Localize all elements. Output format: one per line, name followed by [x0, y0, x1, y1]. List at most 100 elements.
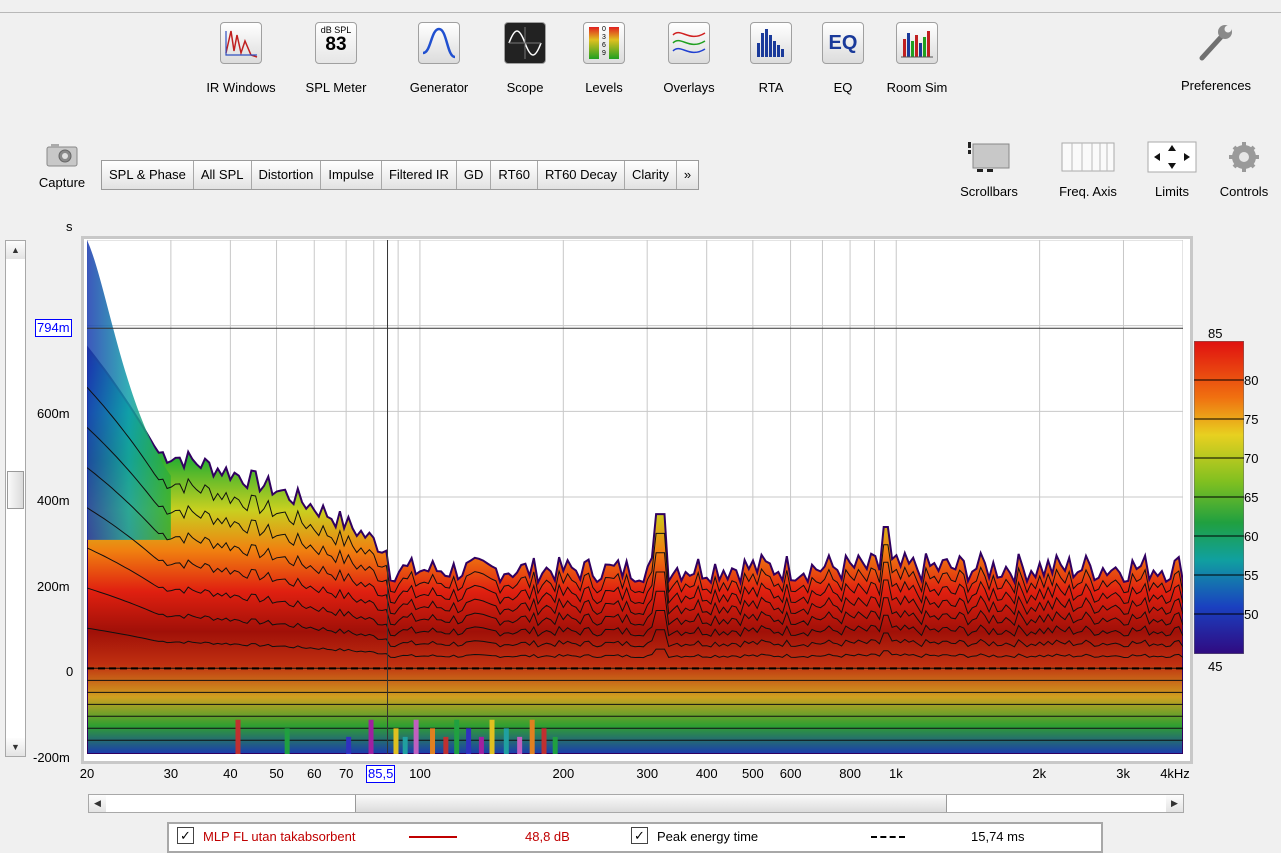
scope-label: Scope [506, 80, 544, 95]
colorbar-tick-label: 75 [1244, 412, 1259, 427]
tab-gd[interactable]: GD [457, 161, 492, 189]
y-tick-label: 600m [37, 406, 70, 421]
limits-label: Limits [1155, 184, 1189, 199]
rta-tool[interactable]: RTA [750, 22, 792, 95]
scroll-right-button[interactable]: ▶ [1166, 795, 1183, 812]
ir-windows-icon [220, 22, 262, 64]
scroll-left-button[interactable]: ◀ [89, 795, 106, 812]
series-value: 48,8 dB [525, 829, 570, 844]
vertical-scroll-thumb[interactable] [7, 471, 24, 509]
scroll-up-button[interactable]: ▲ [6, 241, 25, 259]
controls-button[interactable]: Controls [1216, 140, 1272, 199]
x-tick-label: 800 [839, 766, 861, 781]
limits-icon [1146, 140, 1198, 174]
modal-marker-bar [430, 728, 436, 754]
x-tick-label: 30 [163, 766, 179, 781]
modal-marker-bar [413, 719, 419, 754]
rta-icon [750, 22, 792, 64]
scroll-down-button[interactable]: ▼ [6, 738, 25, 756]
tab-more[interactable]: » [677, 161, 698, 189]
limits-button[interactable]: Limits [1146, 140, 1198, 199]
rta-label: RTA [758, 80, 784, 95]
controls-label: Controls [1219, 184, 1269, 199]
y-tick-label: -200m [33, 750, 70, 765]
spectrogram-plot[interactable] [87, 240, 1183, 754]
low-frequency-decay [87, 240, 171, 540]
modal-marker-bar [552, 736, 558, 754]
x-tick-label: 2k [1032, 766, 1047, 781]
levels-label: Levels [585, 80, 623, 95]
modal-marker-bar [284, 728, 290, 754]
x-tick-label: 60 [307, 766, 322, 781]
capture-button[interactable]: Capture [30, 143, 94, 190]
wrench-icon [1196, 22, 1236, 62]
capture-label: Capture [38, 175, 86, 190]
tab-all-spl[interactable]: All SPL [194, 161, 252, 189]
x-tick-label: 50 [269, 766, 284, 781]
peak-name: Peak energy time [657, 829, 759, 844]
overlays-tool[interactable]: Overlays [663, 22, 715, 95]
scrollbars-button[interactable]: Scrollbars [959, 140, 1019, 199]
modal-marker-bar [489, 719, 495, 754]
modal-marker-bar [529, 719, 535, 754]
vertical-scrollbar[interactable]: ▲ ▼ [5, 240, 26, 757]
tab-distortion[interactable]: Distortion [252, 161, 322, 189]
x-tick-label: 70 [338, 766, 354, 781]
x-tick-label: 300 [636, 766, 659, 781]
colorbar-tick-label: 50 [1244, 607, 1259, 622]
modal-marker-bar [443, 736, 449, 754]
overlays-label: Overlays [663, 80, 715, 95]
spl-meter-icon: dB SPL 83 [315, 22, 357, 64]
tab-impulse[interactable]: Impulse [321, 161, 382, 189]
colorbar-tick-label: 80 [1244, 373, 1259, 388]
x-tick-label: 100 [409, 766, 431, 781]
generator-label: Generator [409, 80, 469, 95]
colorbar-tick-label: 65 [1244, 490, 1259, 505]
tab-rt60-decay[interactable]: RT60 Decay [538, 161, 625, 189]
eq-icon-text: EQ [828, 32, 858, 54]
modal-marker-bar [503, 728, 509, 754]
horizontal-scrollbar[interactable]: ◀ ▶ [88, 794, 1184, 813]
x-tick-label: 400 [695, 766, 718, 781]
tab-clarity[interactable]: Clarity [625, 161, 677, 189]
top-divider [0, 12, 1281, 13]
eq-icon: EQ [822, 22, 864, 64]
cursor-x-readout: 85,5 [366, 765, 396, 783]
color-scale-bar [1194, 341, 1244, 654]
legend-panel: ✓ MLP FL utan takabsorbent 48,8 dB ✓ Pea… [167, 822, 1103, 853]
levels-icon: 0 3 6 9 [583, 22, 625, 64]
horizontal-scroll-thumb[interactable] [355, 795, 947, 812]
colorbar-min-label: 45 [1208, 659, 1223, 674]
freq-axis-button[interactable]: Freq. Axis [1052, 140, 1124, 199]
scrollbars-icon [959, 140, 1019, 174]
x-tick-label: 600 [779, 766, 802, 781]
scope-tool[interactable]: Scope [504, 22, 546, 95]
tab-rt60[interactable]: RT60 [491, 161, 538, 189]
x-tick-label: 4kHz [1160, 766, 1190, 781]
peak-line-swatch [871, 836, 905, 838]
series-name: MLP FL utan takabsorbent [203, 829, 356, 844]
modal-marker-bar [393, 728, 399, 754]
preferences-label: Preferences [1180, 78, 1252, 93]
modal-marker-bar [346, 736, 352, 754]
spl-meter-value: 83 [325, 34, 347, 55]
colorbar-tick-label: 55 [1244, 568, 1259, 583]
ir-windows-label: IR Windows [206, 80, 276, 95]
spectrogram-surface [87, 345, 1183, 754]
modal-marker-bar [517, 736, 523, 754]
x-tick-label: 3k [1116, 766, 1131, 781]
tab-filtered-ir[interactable]: Filtered IR [382, 161, 457, 189]
room-sim-tool[interactable]: Room Sim [887, 22, 947, 95]
ir-windows-tool[interactable]: IR Windows [206, 22, 276, 95]
levels-tool[interactable]: 0 3 6 9 Levels [583, 22, 625, 95]
preferences-tool[interactable]: Preferences [1181, 22, 1251, 93]
series-visibility-checkbox[interactable]: ✓ [177, 827, 194, 844]
generator-icon [418, 22, 460, 64]
peak-visibility-checkbox[interactable]: ✓ [631, 827, 648, 844]
peak-value: 15,74 ms [971, 829, 1025, 844]
tab-spl-phase[interactable]: SPL & Phase [102, 161, 194, 189]
modal-marker-bar [235, 719, 241, 754]
spl-meter-tool[interactable]: dB SPL 83 SPL Meter [306, 22, 366, 95]
eq-tool[interactable]: EQ EQ [822, 22, 864, 95]
generator-tool[interactable]: Generator [410, 22, 468, 95]
